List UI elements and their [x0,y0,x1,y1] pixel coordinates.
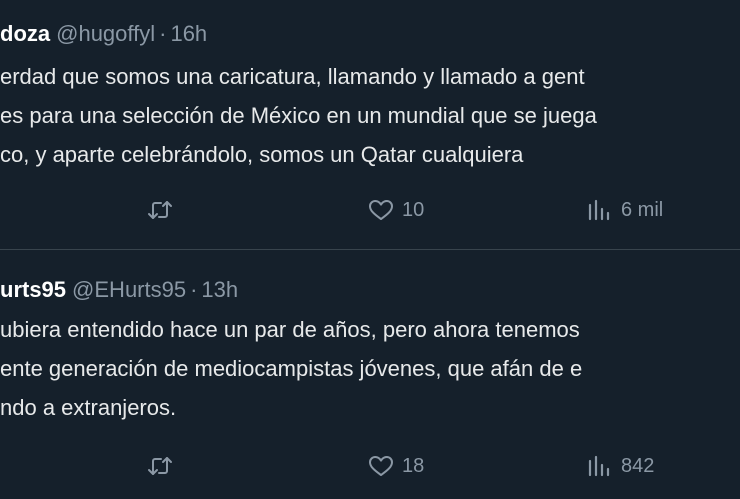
retweet-button[interactable] [147,451,173,481]
display-name[interactable]: urts95 [0,277,66,302]
separator-dot: · [159,21,167,46]
views-button[interactable]: 842 [587,451,654,481]
timestamp[interactable]: 16h [170,21,207,46]
like-button[interactable]: 10 [368,195,424,225]
tweet-actions: 10 6 mil [0,195,740,225]
tweet-actions: 18 842 [0,451,740,481]
view-count: 6 mil [621,198,664,221]
tweet-text: ubiera entendido hace un par de años, pe… [0,310,582,427]
timestamp[interactable]: 13h [201,277,238,302]
tweet-text-line: co, y aparte celebrándolo, somos un Qata… [0,142,524,167]
like-count: 18 [402,454,425,477]
views-button[interactable]: 6 mil [587,195,663,225]
heart-icon [369,200,393,220]
tweet-header: doza @hugoffyl · 16h [0,20,207,48]
tweet-text-line: es para una selección de México en un mu… [0,103,597,128]
like-count: 10 [402,198,425,221]
retweet-icon [148,457,172,475]
tweet-text: erdad que somos una caricatura, llamando… [0,57,597,174]
display-name[interactable]: doza [0,21,50,46]
tweet-text-line: ndo a extranjeros. [0,395,177,420]
retweet-button[interactable] [147,195,173,225]
views-icon [588,199,610,221]
views-icon [588,455,610,477]
tweet-header: urts95 @EHurts95 · 13h [0,276,238,304]
heart-icon [369,456,393,476]
tweet-text-line: erdad que somos una caricatura, llamando… [0,64,585,89]
user-handle[interactable]: @hugoffyl [56,21,155,46]
tweet-text-line: ente generación de mediocampistas jóvene… [0,356,583,381]
tweet-text-line: ubiera entendido hace un par de años, pe… [0,317,580,342]
user-handle[interactable]: @EHurts95 [72,277,186,302]
tweet-divider [0,249,740,250]
separator-dot: · [190,277,198,302]
tweet[interactable]: doza @hugoffyl · 16h erdad que somos una ca… [0,0,740,250]
view-count: 842 [621,454,655,477]
retweet-icon [148,201,172,219]
like-button[interactable]: 18 [368,451,424,481]
